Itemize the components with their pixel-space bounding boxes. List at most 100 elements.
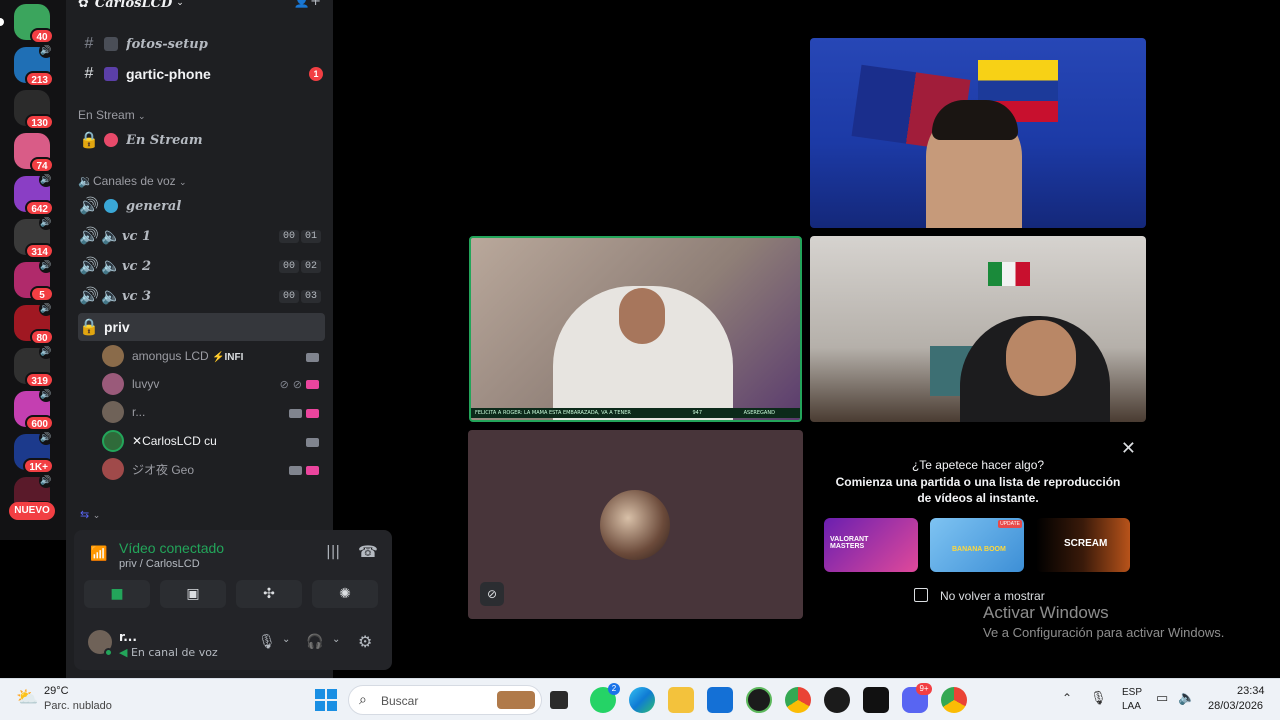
channel-vc3[interactable]: 🔊 🔈 vc 3 00 03 [78, 282, 325, 310]
chevron-up-icon[interactable]: ⌃ [1062, 691, 1072, 705]
channel-fotos-setup[interactable]: # fotos-setup [78, 30, 325, 58]
voice-user-amongus[interactable]: amongus LCD ⚡INFI [102, 343, 325, 369]
hashtag-icon: # [84, 65, 94, 82]
chevron-down-icon[interactable]: ⌄ [282, 634, 290, 645]
server-icon[interactable]: 130 [14, 90, 54, 130]
channel-en-stream[interactable]: 🔒 En Stream [78, 126, 325, 154]
file-explorer-icon[interactable] [668, 687, 694, 713]
camera-icon: ■ [110, 586, 124, 602]
discord-badge: 9+ [916, 683, 932, 695]
server-icon[interactable]: 🔊 80 [14, 302, 54, 345]
speaker-emoji-icon: 🔈 [101, 258, 121, 275]
discord-icon[interactable]: 9+ [902, 683, 932, 713]
game-card-banana[interactable]: BANANA BOOM UPDATE [930, 518, 1024, 572]
video-tile-speaking[interactable]: FELICITA A ROGER: LA MAMA ESTA EMBARAZAD… [469, 236, 802, 422]
person-hair [932, 100, 1018, 140]
discord-window: 40🔊21313074🔊642🔊314🔊5🔊80🔊319🔊600🔊1K+🔊2K+… [0, 0, 1280, 678]
game-card-valorant[interactable]: VALORANT MASTERS [824, 518, 918, 572]
settings-gear-icon[interactable]: ⚙ [358, 632, 372, 651]
search-icon: ⌕ [359, 691, 367, 707]
activation-watermark-title: Activar Windows [983, 603, 1109, 622]
chevron-down-icon[interactable]: ⌄ [332, 634, 340, 645]
network-icon[interactable]: ▭ [1156, 690, 1168, 706]
task-view-icon[interactable] [550, 691, 568, 709]
add-member-icon[interactable]: 👤+ [294, 0, 321, 9]
server-icon[interactable]: 🔊 319 [14, 345, 54, 388]
camera-off-icon[interactable]: ⊘ [480, 582, 504, 606]
language-line1[interactable]: ESP [1122, 687, 1142, 698]
voice-user-carloslcd[interactable]: ✕CarlosLCD cu [102, 428, 325, 454]
edge-icon[interactable] [629, 687, 655, 713]
collapsed-category[interactable]: ⇆ ⌄ [80, 508, 100, 521]
channel-vc2[interactable]: 🔊 🔈 vc 2 00 02 [78, 252, 325, 280]
microphone-icon[interactable]: 🎙 [258, 634, 276, 650]
speaker-icon: 🔊 [39, 44, 53, 58]
share-screen-button[interactable]: ▣ [160, 580, 226, 608]
camera-emoji-icon [104, 37, 118, 51]
clock-time[interactable]: 23:34 [1237, 685, 1265, 697]
server-icon[interactable]: 🔊 1K+ [14, 431, 54, 474]
selected-indicator [0, 18, 4, 26]
category-voice[interactable]: 🔉Canales de voz ⌄ [78, 174, 187, 188]
camera-off-icon: ⊘ [292, 378, 302, 391]
speaker-icon: 🔊 [39, 259, 53, 273]
clock-date: 28/03/2026 [1208, 700, 1264, 712]
mention-badge: 600 [25, 415, 54, 431]
channel-gartic-phone[interactable]: # gartic-phone 1 [78, 60, 325, 88]
user-panel: r... ◀ En canal de voz 🎙 ⌄ 🎧 ⌄ ⚙ [74, 618, 392, 670]
windows-taskbar: ⛅ 29°C Parc. nublado ⌕ Buscar 2 9+ ⌃ 🎙 E… [0, 678, 1280, 720]
server-icon[interactable]: 🔊 5 [14, 259, 54, 302]
voice-user-geo[interactable]: ジオ夜 Geo [102, 456, 325, 482]
user-avatar [600, 490, 670, 560]
server-icon[interactable]: 🔊 314 [14, 216, 54, 259]
microphone-icon[interactable]: 🎙 [1090, 690, 1107, 706]
channel-general[interactable]: 🔊 general [78, 192, 325, 220]
taskbar-search[interactable]: ⌕ Buscar [348, 685, 542, 715]
voice-user-r[interactable]: r... [102, 399, 325, 425]
game-card-scream[interactable]: SCREAM [1036, 518, 1130, 572]
server-header[interactable]: ✿ CarlosLCD ⌄ 👤+ [78, 0, 325, 12]
new-badge[interactable]: NUEVO [9, 502, 55, 520]
video-tile-bottom-right[interactable] [810, 236, 1146, 422]
close-icon[interactable]: ✕ [1121, 438, 1136, 459]
hashtag-icon: # [84, 35, 94, 52]
video-tile-top-right[interactable] [810, 38, 1146, 228]
channel-priv[interactable]: 🔒 priv [78, 313, 325, 341]
server-icon[interactable]: 🔊 600 [14, 388, 54, 431]
disconnect-icon[interactable]: ☎ [358, 542, 378, 561]
speaker-icon: 🔊 [39, 431, 53, 445]
chrome-profile-icon[interactable] [941, 687, 967, 713]
mention-badge: 1K+ [23, 458, 54, 474]
server-icon[interactable]: 🔊 213 [14, 44, 54, 87]
voice-channel-link[interactable]: priv / CarlosLCD [119, 558, 200, 570]
screen-share-icon: ▣ [186, 586, 200, 602]
user-name: r... [119, 630, 137, 644]
whatsapp-icon[interactable]: 2 [590, 683, 620, 713]
headphones-icon[interactable]: 🎧 [306, 634, 323, 650]
dont-show-again-checkbox[interactable] [914, 588, 928, 602]
user-tag: ⚡INFI [212, 352, 244, 363]
voice-user-luvyv[interactable]: luvyv ⊘ ⊘ [102, 371, 325, 397]
server-icon[interactable]: 40 [0, 4, 54, 44]
server-icon[interactable]: 74 [14, 133, 54, 173]
weather-icon[interactable]: ⛅ [16, 687, 38, 708]
channel-vc1[interactable]: 🔊 🔈 vc 1 00 01 [78, 222, 325, 250]
start-button[interactable] [315, 689, 337, 711]
camera-button[interactable]: ■ [84, 580, 150, 608]
speaker-icon: 🔊 [79, 198, 99, 215]
obs-icon[interactable] [824, 687, 850, 713]
volume-icon[interactable]: 🔈 [1178, 689, 1195, 706]
speaker-icon: 🔊 [79, 258, 99, 275]
noise-suppression-icon[interactable]: ||| [326, 544, 340, 560]
category-en-stream[interactable]: En Stream ⌄ [78, 108, 146, 122]
soundboard-button[interactable]: ✺ [312, 580, 378, 608]
video-tile-no-camera[interactable]: ⊘ [468, 430, 803, 619]
store-icon[interactable] [707, 687, 733, 713]
weather-temp[interactable]: 29°C [44, 685, 69, 697]
utorrent-icon[interactable] [746, 687, 772, 713]
server-icon[interactable]: 🔊 642 [14, 173, 54, 216]
activities-button[interactable]: ✣ [236, 580, 302, 608]
chrome-icon[interactable] [785, 687, 811, 713]
tiktok-icon[interactable] [863, 687, 889, 713]
speaker-emoji-icon: 🔈 [101, 228, 121, 245]
